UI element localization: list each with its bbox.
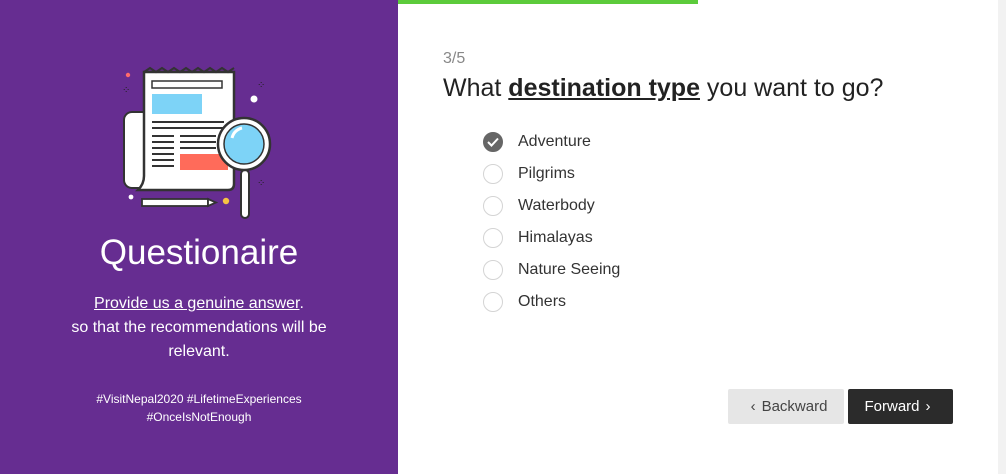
hashtags-line-1: #VisitNepal2020 #LifetimeExperiences [96,392,302,406]
svg-text:⁘: ⁘ [257,80,265,91]
radio-unchecked-icon[interactable] [483,196,503,216]
radio-unchecked-icon[interactable] [483,164,503,184]
option-label: Others [518,293,567,310]
option-nature-seeing[interactable]: Nature Seeing [483,254,620,286]
options-list: Adventure Pilgrims Waterbody Himalayas Natur… [483,126,620,318]
question-suffix: you want to go? [699,74,884,102]
option-label: Pilgrims [518,165,575,182]
step-counter: 3/5 [443,50,466,67]
sidebar-subtitle: Provide us a genuine answer. so that the… [0,292,398,364]
subtitle-line-3: relevant. [168,343,230,360]
scrollbar-track[interactable] [998,0,1006,474]
genuine-answer-link[interactable]: Provide us a genuine answer [94,295,299,312]
question-highlight: destination type [508,74,700,102]
backward-label: Backward [761,398,828,415]
hashtags: #VisitNepal2020 #LifetimeExperiences #On… [0,390,398,426]
option-label: Himalayas [518,229,593,246]
svg-text:⁘: ⁘ [257,178,265,189]
sidebar-panel: ⁘ ⁘ ⁘ Questionaire Provide us a genuine … [0,0,398,474]
option-label: Adventure [518,133,591,150]
radio-unchecked-icon[interactable] [483,228,503,248]
question-prefix: What [443,74,509,102]
option-label: Nature Seeing [518,261,621,278]
question-text: What destination type you want to go? [443,74,883,103]
option-waterbody[interactable]: Waterbody [483,190,620,222]
backward-button[interactable]: ‹ Backward [728,389,844,424]
option-adventure[interactable]: Adventure [483,126,620,158]
option-pilgrims[interactable]: Pilgrims [483,158,620,190]
chevron-right-icon: › [925,398,931,415]
forward-button[interactable]: Forward › [848,389,953,424]
sidebar-title: Questionaire [99,233,299,272]
hashtags-line-2: #OnceIsNotEnough [146,410,252,424]
subtitle-line-2: so that the recommendations will be [71,319,327,336]
option-label: Waterbody [518,197,595,214]
radio-unchecked-icon[interactable] [483,260,503,280]
option-himalayas[interactable]: Himalayas [483,222,620,254]
radio-checked-icon[interactable] [483,132,503,152]
option-others[interactable]: Others [483,286,620,318]
chevron-left-icon: ‹ [750,398,756,415]
forward-label: Forward [864,398,920,415]
subtitle-period: . [299,295,304,312]
radio-unchecked-icon[interactable] [483,292,503,312]
svg-text:⁘: ⁘ [122,85,130,96]
newspaper-magnifier-icon: ⁘ ⁘ ⁘ [122,66,272,219]
progress-bar [398,0,698,4]
